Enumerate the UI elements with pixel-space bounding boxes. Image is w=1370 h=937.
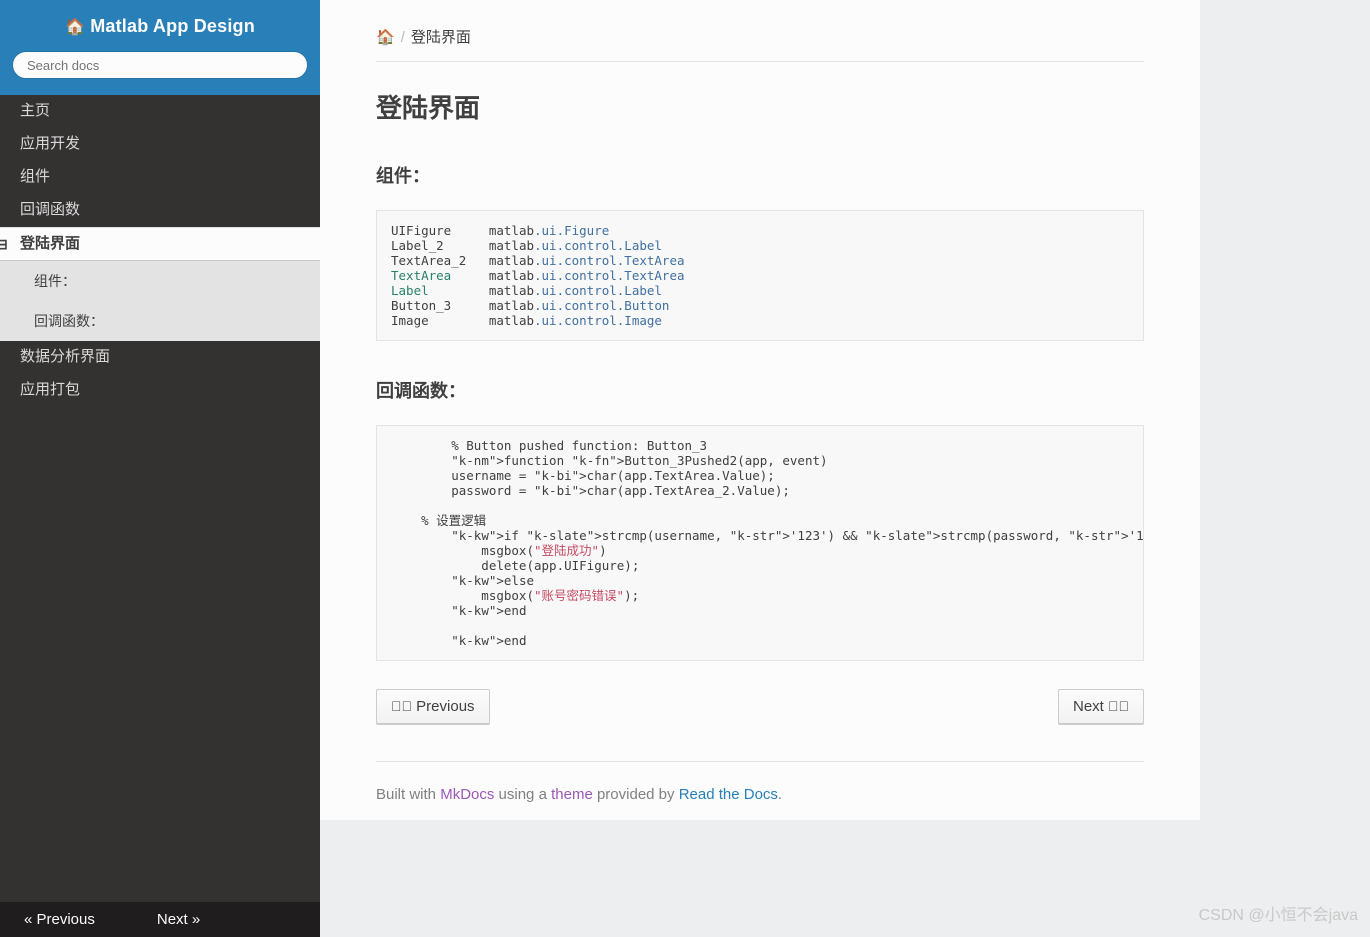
sidebar-nav: 主页 应用开发 组件 回调函数 ⊟ 登陆界面 组件： 回调函数： 数据分析界面 … bbox=[0, 95, 320, 902]
code-block-components[interactable]: UIFigure matlab.ui.Figure Label_2 matlab… bbox=[376, 209, 1144, 341]
minus-square-icon[interactable]: ⊟ bbox=[0, 235, 8, 253]
csdn-watermark: CSDN @小恒不会java bbox=[1198, 907, 1358, 924]
previous-button[interactable]: ◀⃝ Previous bbox=[376, 688, 490, 725]
sidebar-subnav: 组件： 回调函数： bbox=[0, 261, 320, 341]
next-button[interactable]: Next ▶⃝ bbox=[1057, 688, 1144, 725]
content-area: 🏠 / 登陆界面 登陆界面 组件： UIFigure matlab.ui.Figur… bbox=[320, 0, 1200, 820]
components-code: UIFigure matlab.ui.Figure Label_2 matlab… bbox=[391, 222, 685, 328]
sidebar-item-home[interactable]: 主页 bbox=[0, 95, 320, 128]
home-icon[interactable]: 🏠 bbox=[376, 29, 395, 46]
sidebar-item-label: 登陆界面 bbox=[20, 235, 81, 252]
footer-period: . bbox=[777, 785, 783, 803]
sidebar-item-callbacks[interactable]: 回调函数 bbox=[0, 194, 320, 227]
sidebar-item-label: 应用开发 bbox=[20, 135, 81, 152]
mkdocs-link[interactable]: MkDocs bbox=[440, 786, 494, 803]
page-nav-buttons: ◀⃝ Previous Next ▶⃝ bbox=[376, 688, 1144, 731]
section-heading-callbacks: 回调函数： bbox=[376, 380, 466, 401]
sidebar-header: 🏠 Matlab App Design bbox=[0, 0, 320, 95]
callback-code: % Button pushed function: Button_3 "k-nm… bbox=[391, 437, 1144, 648]
page-footer: Built with MkDocs using a theme provided… bbox=[376, 760, 1144, 803]
section-heading-components: 组件： bbox=[376, 165, 430, 186]
home-icon: 🏠 bbox=[65, 19, 86, 36]
footer-provided-by: provided by bbox=[592, 785, 679, 803]
previous-button-label: Previous bbox=[416, 697, 475, 715]
sidebar-item-label: 组件 bbox=[20, 168, 51, 185]
read-the-docs-link[interactable]: Read the Docs bbox=[679, 786, 778, 803]
footer-built-with: Built with bbox=[376, 785, 441, 803]
sidebar-next-link[interactable]: Next » bbox=[157, 911, 200, 928]
sidebar-item-label: 应用打包 bbox=[20, 381, 81, 398]
sidebar-subitem-label: 组件： bbox=[34, 273, 76, 289]
sidebar-subitem-components[interactable]: 组件： bbox=[0, 261, 320, 301]
sidebar-item-components[interactable]: 组件 bbox=[0, 161, 320, 194]
sidebar-item-app-development[interactable]: 应用开发 bbox=[0, 128, 320, 161]
brand-link[interactable]: 🏠 Matlab App Design bbox=[12, 12, 308, 51]
sidebar-item-label: 主页 bbox=[20, 102, 51, 119]
code-block-callback[interactable]: % Button pushed function: Button_3 "k-nm… bbox=[376, 424, 1144, 661]
brand-label: Matlab App Design bbox=[90, 16, 255, 36]
arrow-circle-left-icon: ◀⃝ bbox=[391, 697, 412, 714]
sidebar-item-login-page[interactable]: ⊟ 登陆界面 bbox=[0, 227, 320, 261]
breadcrumb: 🏠 / 登陆界面 bbox=[376, 0, 1144, 62]
breadcrumb-separator: / bbox=[400, 29, 405, 46]
sidebar-item-data-analysis-page[interactable]: 数据分析界面 bbox=[0, 341, 320, 374]
sidebar-item-label: 回调函数 bbox=[20, 201, 81, 218]
search-input[interactable] bbox=[12, 51, 308, 79]
sidebar-item-label: 数据分析界面 bbox=[20, 348, 111, 365]
footer-using-a: using a bbox=[494, 785, 552, 803]
sidebar: 🏠Matlab App Design 主页 应用开发 组件 回调函数 ⊟ 登陆界… bbox=[0, 0, 320, 937]
breadcrumb-current: 登陆界面 bbox=[410, 29, 471, 46]
sidebar-subitem-label: 回调函数： bbox=[34, 313, 104, 329]
page-title: 登陆界面 bbox=[376, 93, 481, 123]
sidebar-item-app-packaging[interactable]: 应用打包 bbox=[0, 374, 320, 407]
next-button-label: Next bbox=[1072, 697, 1104, 715]
theme-link[interactable]: theme bbox=[551, 786, 593, 803]
arrow-circle-right-icon: ▶⃝ bbox=[1108, 697, 1129, 714]
sidebar-subitem-callbacks[interactable]: 回调函数： bbox=[0, 301, 320, 341]
page-root: 🏠Matlab App Design 主页 应用开发 组件 回调函数 ⊟ 登陆界… bbox=[0, 0, 1370, 937]
sidebar-footer-nav: « Previous Next » bbox=[0, 902, 320, 937]
sidebar-previous-link[interactable]: « Previous bbox=[24, 911, 95, 928]
